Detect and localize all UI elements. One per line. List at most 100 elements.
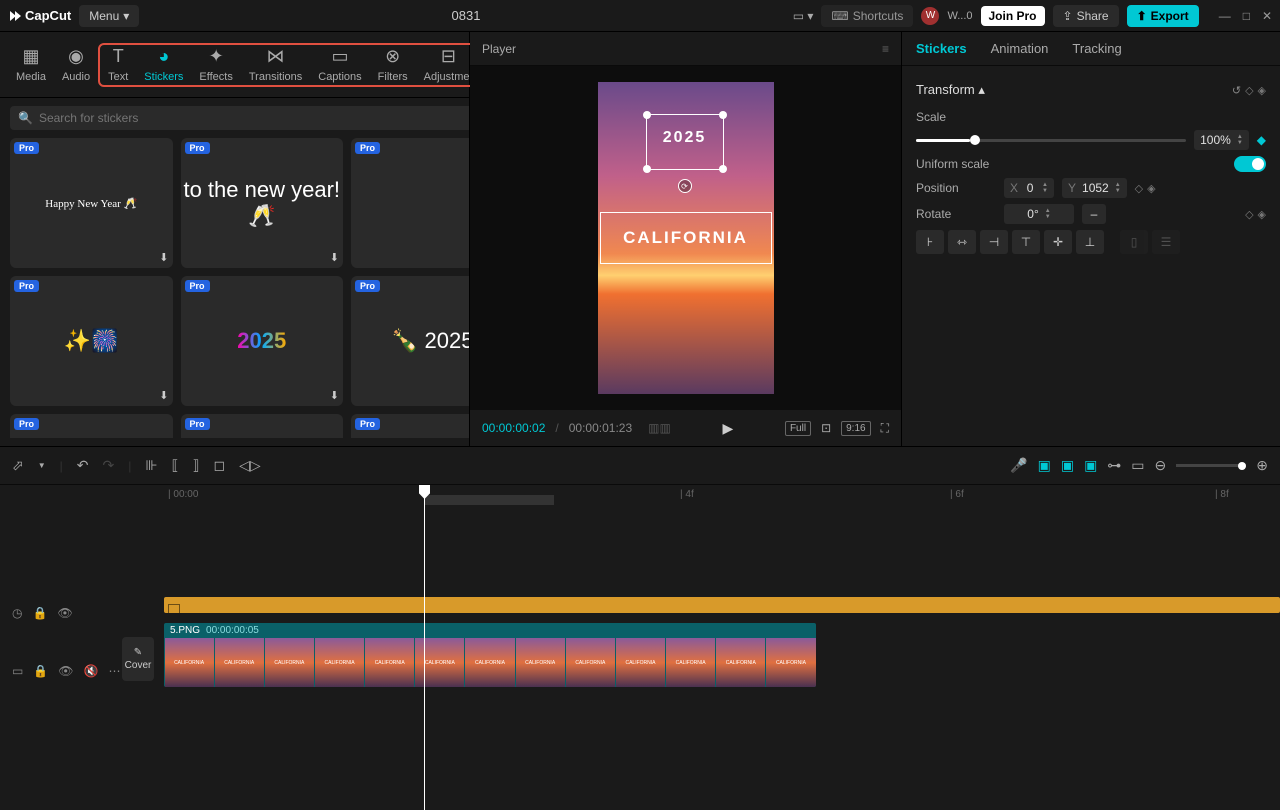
clock-icon[interactable]: ◷ <box>12 606 22 620</box>
magnet-center-icon[interactable]: ▣ <box>1061 457 1074 474</box>
maximize-icon[interactable]: □ <box>1243 9 1250 23</box>
reset-transform-icon[interactable]: ↺ <box>1232 84 1241 97</box>
keyframe-scale-icon[interactable]: ◆ <box>1257 133 1266 147</box>
close-icon[interactable]: ✕ <box>1262 9 1272 23</box>
caption-clip[interactable] <box>164 597 1280 613</box>
player-viewport[interactable]: 2025 ⟳ CALIFORNIA <box>470 66 901 410</box>
tab-effects[interactable]: ✦Effects <box>191 47 240 83</box>
position-x-input[interactable]: X0▲▼ <box>1004 178 1054 198</box>
tab-stickers[interactable]: ◕Stickers <box>136 47 191 83</box>
crop-icon[interactable]: ⊡ <box>821 421 831 435</box>
keyframe-diamond-icon[interactable]: ◇ <box>1245 84 1253 97</box>
keyframe-rotate-icon[interactable]: ◇ <box>1245 208 1253 221</box>
align-right-button[interactable]: ⊣ <box>980 230 1008 254</box>
sticker-cell[interactable]: Pro Happy New Year 🥂 ⬇ <box>10 138 173 268</box>
sticker-cell[interactable]: Pro to the new year! 🥂 ⬇ <box>181 138 344 268</box>
props-tab-stickers[interactable]: Stickers <box>916 41 967 56</box>
keyframe-add-icon[interactable]: ◈ <box>1258 84 1266 97</box>
sticker-cell[interactable]: Pro ⬇ <box>351 138 469 268</box>
menu-button[interactable]: Menu▾ <box>79 5 139 27</box>
cover-button[interactable]: ✎ Cover <box>122 637 154 681</box>
magnet-left-icon[interactable]: ▣ <box>1038 457 1051 474</box>
mirror-button[interactable]: ◁▷ <box>239 457 261 474</box>
keyframe-rotate-add-icon[interactable]: ◈ <box>1258 208 1266 221</box>
sticker-cell[interactable]: Pro 2025 ⬇ <box>181 276 344 406</box>
tab-media[interactable]: ▦Media <box>8 47 54 83</box>
download-icon[interactable]: ⬇ <box>159 389 168 402</box>
select-tool[interactable]: ⬀ <box>12 457 24 474</box>
download-icon[interactable]: ⬇ <box>330 389 339 402</box>
sticker-cell[interactable]: Pro ✨🎆 ⬇ <box>10 276 173 406</box>
rotate-input[interactable]: 0°▲▼ <box>1004 204 1074 224</box>
tab-text[interactable]: TText <box>100 47 136 83</box>
join-pro-button[interactable]: Join Pro <box>981 6 1045 26</box>
selection-box[interactable]: 2025 ⟳ <box>646 114 724 170</box>
zoom-in-icon[interactable]: ⊕ <box>1256 457 1268 474</box>
aspect-icon[interactable]: ▭ ▾ <box>793 9 814 23</box>
magnet-right-icon[interactable]: ▣ <box>1084 457 1097 474</box>
eye-icon[interactable]: 👁 <box>57 606 72 620</box>
export-button[interactable]: ⬆Export <box>1127 5 1199 27</box>
download-icon[interactable]: ⬇ <box>330 251 339 264</box>
align-top-button[interactable]: ⊤ <box>1012 230 1040 254</box>
playhead[interactable] <box>424 485 425 810</box>
rotate-reset-button[interactable]: – <box>1082 204 1106 224</box>
preview-icon[interactable]: ▭ <box>1131 457 1144 474</box>
lock-icon[interactable]: 🔒 <box>33 664 48 678</box>
user-avatar[interactable]: W <box>921 7 939 25</box>
crop-button[interactable]: ◻ <box>213 457 225 474</box>
align-center-v-button[interactable]: ✛ <box>1044 230 1072 254</box>
tab-transitions[interactable]: ⋈Transitions <box>241 47 310 83</box>
text-california[interactable]: CALIFORNIA <box>600 212 772 264</box>
trim-left-button[interactable]: ⟦ <box>172 457 179 474</box>
keyframe-pos-icon[interactable]: ◇ <box>1135 182 1143 195</box>
undo-button[interactable]: ↶ <box>77 457 89 474</box>
redo-button[interactable]: ↷ <box>103 457 115 474</box>
props-tab-tracking[interactable]: Tracking <box>1072 41 1121 56</box>
video-clip[interactable]: 5.PNG 00:00:00:05 CALIFORNIACALIFORNIACA… <box>164 623 816 687</box>
scale-value-input[interactable]: 100%▲▼ <box>1194 130 1249 150</box>
align-center-h-button[interactable]: ⇿ <box>948 230 976 254</box>
align-left-button[interactable]: ⊦ <box>916 230 944 254</box>
rotate-handle-icon[interactable]: ⟳ <box>678 179 692 193</box>
player-menu-icon[interactable]: ≡ <box>882 42 889 56</box>
badge-full[interactable]: Full <box>785 421 811 436</box>
sticker-cell[interactable]: Pro 🎉 ⬇ <box>181 414 344 438</box>
timeline-tracks[interactable]: | 00:00 | 4f | 6f | 8f 5.PNG 00:00:00:05 <box>160 485 1280 810</box>
sticker-cell[interactable]: Pro 🥂 ⬇ <box>10 414 173 438</box>
fullscreen-icon[interactable]: ⛶ <box>881 421 889 436</box>
keyframe-pos-add-icon[interactable]: ◈ <box>1147 182 1155 195</box>
play-button[interactable]: ▶ <box>723 420 734 437</box>
sticker-cell[interactable]: Pro ✦ ⬇ <box>351 414 469 438</box>
shortcuts-button[interactable]: ⌨Shortcuts <box>821 5 913 27</box>
minimize-icon[interactable]: — <box>1219 9 1231 23</box>
compare-icon[interactable]: ▥▥ <box>648 421 671 435</box>
more-icon[interactable]: ⋯ <box>108 664 120 678</box>
tab-captions[interactable]: ▭Captions <box>310 47 369 83</box>
badge-ratio[interactable]: 9:16 <box>841 421 870 436</box>
uniform-scale-toggle[interactable] <box>1234 156 1266 172</box>
mic-icon[interactable]: 🎤 <box>1010 457 1027 474</box>
search-input[interactable] <box>39 111 469 125</box>
tab-filters[interactable]: ⊗Filters <box>370 47 416 83</box>
zoom-slider[interactable] <box>1176 464 1246 467</box>
lock-icon[interactable]: 🔒 <box>32 606 47 620</box>
scale-slider[interactable] <box>916 139 1186 142</box>
position-y-input[interactable]: Y1052▲▼ <box>1062 178 1127 198</box>
video-icon[interactable]: ▭ <box>12 664 23 678</box>
download-icon[interactable]: ⬇ <box>159 251 168 264</box>
link-icon[interactable]: ⊶ <box>1107 457 1121 474</box>
split-button[interactable]: ⊪ <box>145 457 157 474</box>
timeline-ruler[interactable]: | 00:00 | 4f | 6f | 8f <box>160 485 1280 507</box>
eye-icon[interactable]: 👁 <box>58 664 73 678</box>
props-tab-animation[interactable]: Animation <box>991 41 1049 56</box>
sticker-cell[interactable]: Pro 🍾 2025 ⬇ <box>351 276 469 406</box>
trim-right-button[interactable]: ⟧ <box>193 457 200 474</box>
transform-label[interactable]: Transform ▴ <box>916 82 985 98</box>
align-bottom-button[interactable]: ⊥ <box>1076 230 1104 254</box>
zoom-out-icon[interactable]: ⊖ <box>1155 457 1167 474</box>
share-button[interactable]: ⇪Share <box>1053 5 1119 27</box>
select-mode-dropdown[interactable]: ▼ <box>38 461 46 470</box>
tab-audio[interactable]: ◉Audio <box>54 47 98 83</box>
mute-icon[interactable]: 🔇 <box>84 664 99 678</box>
